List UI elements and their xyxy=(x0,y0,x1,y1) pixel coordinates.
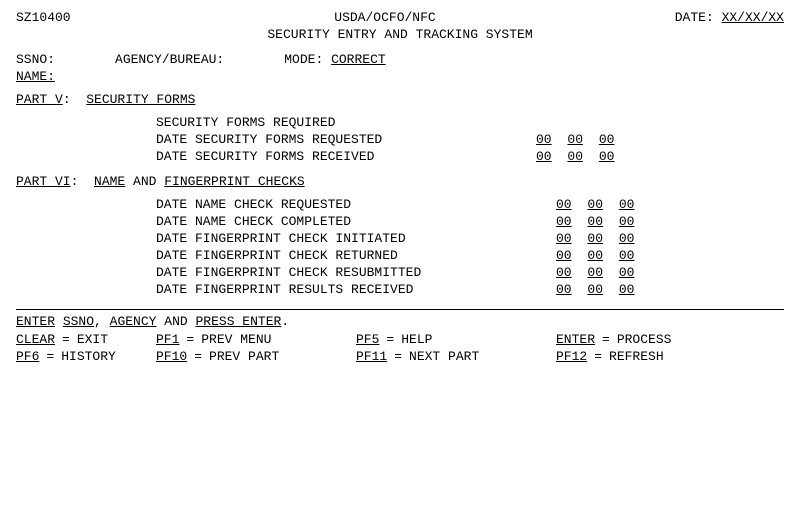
pf12-val: REFRESH xyxy=(609,349,664,364)
enter-eq: = xyxy=(602,332,610,347)
pf5-val: HELP xyxy=(401,332,432,347)
pf10-eq: = xyxy=(194,349,202,364)
org-name: USDA/OCFO/NFC xyxy=(136,10,634,25)
date-fingerprint-check-initiated-label: DATE FINGERPRINT CHECK INITIATED xyxy=(156,231,406,246)
pf11-val: NEXT PART xyxy=(409,349,479,364)
pf1-eq: = xyxy=(186,332,194,347)
date-fingerprint-check-returned-label: DATE FINGERPRINT CHECK RETURNED xyxy=(156,248,398,263)
enter-val: PROCESS xyxy=(617,332,672,347)
pf1-val: PREV MENU xyxy=(201,332,271,347)
date-fingerprint-results-received-value[interactable]: 00 00 00 xyxy=(556,282,636,297)
date-name-check-completed-label: DATE NAME CHECK COMPLETED xyxy=(156,214,351,229)
footer-row-1: CLEAR = EXIT PF1 = PREV MENU PF5 = HELP … xyxy=(16,332,784,347)
date-name-check-requested-label: DATE NAME CHECK REQUESTED xyxy=(156,197,351,212)
footer-pf1[interactable]: PF1 = PREV MENU xyxy=(156,332,356,347)
date-seg-4[interactable]: 00 xyxy=(536,149,552,164)
enter-key[interactable]: ENTER xyxy=(556,332,595,347)
footer-clear[interactable]: CLEAR = EXIT xyxy=(16,332,156,347)
footer-pf10[interactable]: PF10 = PREV PART xyxy=(156,349,356,364)
part5-line-1: SECURITY FORMS REQUIRED xyxy=(16,115,784,130)
part6-line-1: DATE NAME CHECK REQUESTED 00 00 00 xyxy=(16,197,636,212)
date-security-forms-received-value[interactable]: 00 00 00 xyxy=(536,149,616,164)
date-security-forms-received-label: DATE SECURITY FORMS RECEIVED xyxy=(156,149,374,164)
date-fingerprint-check-initiated-value[interactable]: 00 00 00 xyxy=(556,231,636,246)
date-seg-5[interactable]: 00 xyxy=(567,149,583,164)
footer-pf12[interactable]: PF12 = REFRESH xyxy=(556,349,756,364)
part6-line-6: DATE FINGERPRINT RESULTS RECEIVED 00 00 … xyxy=(16,282,636,297)
part6-line-4: DATE FINGERPRINT CHECK RETURNED 00 00 00 xyxy=(16,248,636,263)
date-value: XX/XX/XX xyxy=(722,10,784,25)
part5-line-3: DATE SECURITY FORMS RECEIVED 00 00 00 xyxy=(16,149,616,164)
date-fingerprint-check-resubmitted-value[interactable]: 00 00 00 xyxy=(556,265,636,280)
pf12-eq: = xyxy=(594,349,602,364)
date-fingerprint-results-received-label: DATE FINGERPRINT RESULTS RECEIVED xyxy=(156,282,413,297)
date-fingerprint-check-returned-value[interactable]: 00 00 00 xyxy=(556,248,636,263)
footer-pf11[interactable]: PF11 = NEXT PART xyxy=(356,349,556,364)
footer-pf6[interactable]: PF6 = HISTORY xyxy=(16,349,156,364)
date-name-check-completed-value[interactable]: 00 00 00 xyxy=(556,214,636,229)
pf5-eq: = xyxy=(386,332,394,347)
security-forms-required-label: SECURITY FORMS REQUIRED xyxy=(156,115,335,130)
pf11-eq: = xyxy=(394,349,402,364)
pf1-key[interactable]: PF1 xyxy=(156,332,179,347)
part6-line-3: DATE FINGERPRINT CHECK INITIATED 00 00 0… xyxy=(16,231,636,246)
date-seg-3[interactable]: 00 xyxy=(599,132,615,147)
pf11-key[interactable]: PF11 xyxy=(356,349,387,364)
footer-pf5[interactable]: PF5 = HELP xyxy=(356,332,556,347)
pf6-val: HISTORY xyxy=(61,349,116,364)
date-seg-2[interactable]: 00 xyxy=(567,132,583,147)
agency-label: AGENCY/BUREAU: xyxy=(115,52,224,67)
clear-key[interactable]: CLEAR xyxy=(16,332,55,347)
date-seg-6[interactable]: 00 xyxy=(599,149,615,164)
pf12-key[interactable]: PF12 xyxy=(556,349,587,364)
footer-enter[interactable]: ENTER = PROCESS xyxy=(556,332,756,347)
pf6-eq: = xyxy=(46,349,54,364)
pf10-key[interactable]: PF10 xyxy=(156,349,187,364)
part5-heading: PART V: SECURITY FORMS xyxy=(16,92,784,107)
date-fingerprint-check-resubmitted-label: DATE FINGERPRINT CHECK RESUBMITTED xyxy=(156,265,421,280)
footer-instruction: ENTER SSNO, AGENCY AND PRESS ENTER. xyxy=(16,314,784,329)
clear-val: EXIT xyxy=(77,332,108,347)
ssno-label: SSNO: xyxy=(16,52,55,67)
date-security-forms-requested-value[interactable]: 00 00 00 xyxy=(536,132,616,147)
mode-value: CORRECT xyxy=(331,52,386,67)
date-name-check-requested-value[interactable]: 00 00 00 xyxy=(556,197,636,212)
date-security-forms-requested-label: DATE SECURITY FORMS REQUESTED xyxy=(156,132,382,147)
date-field: DATE: XX/XX/XX xyxy=(634,10,784,25)
part5-line-2: DATE SECURITY FORMS REQUESTED 00 00 00 xyxy=(16,132,616,147)
footer-row-2: PF6 = HISTORY PF10 = PREV PART PF11 = NE… xyxy=(16,349,784,364)
pf6-key[interactable]: PF6 xyxy=(16,349,39,364)
pf5-key[interactable]: PF5 xyxy=(356,332,379,347)
mode-section: MODE: CORRECT xyxy=(284,52,385,67)
name-label: NAME: xyxy=(16,69,784,84)
pf10-val: PREV PART xyxy=(209,349,279,364)
clear-eq: = xyxy=(62,332,70,347)
part6-line-2: DATE NAME CHECK COMPLETED 00 00 00 xyxy=(16,214,636,229)
part6-heading: PART VI: NAME AND FINGERPRINT CHECKS xyxy=(16,174,784,189)
date-label: DATE: xyxy=(675,10,714,25)
date-seg-1[interactable]: 00 xyxy=(536,132,552,147)
system-name: SECURITY ENTRY AND TRACKING SYSTEM xyxy=(16,27,784,42)
mode-label: MODE: xyxy=(284,52,323,67)
system-id: SZ10400 xyxy=(16,10,136,25)
part6-line-5: DATE FINGERPRINT CHECK RESUBMITTED 00 00… xyxy=(16,265,636,280)
